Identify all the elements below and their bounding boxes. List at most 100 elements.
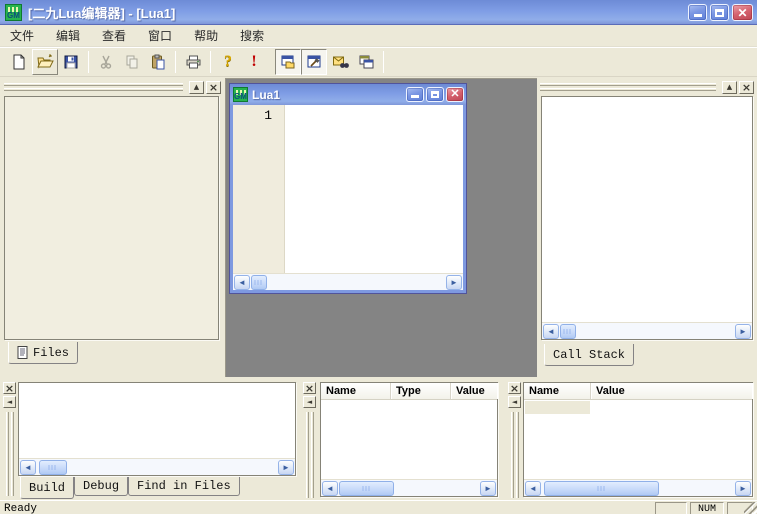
locals-table-body[interactable]: [524, 400, 752, 479]
tab-files[interactable]: Files: [8, 342, 78, 364]
watch-pane-gripper[interactable]: [302, 382, 317, 498]
column-header-value[interactable]: Value: [591, 383, 752, 399]
menu-file[interactable]: 文件: [4, 24, 40, 47]
scroll-thumb[interactable]: [544, 481, 659, 496]
editor-window-titlebar[interactable]: GM Lua1 ✕: [230, 84, 466, 105]
collapse-icon: [7, 398, 12, 406]
callstack-pane-gripper[interactable]: [538, 80, 756, 94]
editor-close-button[interactable]: ✕: [446, 87, 464, 102]
toggle-output-window-button[interactable]: [301, 49, 327, 75]
line-number: 1: [264, 108, 272, 123]
pane-collapse-button[interactable]: [3, 396, 16, 408]
scroll-left-button[interactable]: [525, 481, 541, 496]
scroll-right-button[interactable]: [735, 324, 751, 339]
editor-minimize-button[interactable]: [406, 87, 424, 102]
column-header-value[interactable]: Value: [451, 383, 497, 399]
editor-window[interactable]: GM Lua1 ✕ 1: [230, 84, 466, 293]
call-stack-tab-label: Call Stack: [553, 348, 625, 362]
close-button[interactable]: ✕: [732, 4, 753, 21]
pane-close-button[interactable]: [206, 81, 221, 94]
close-icon: [305, 383, 314, 394]
workspace-pane-gripper[interactable]: [2, 80, 223, 94]
pane-expand-button[interactable]: [189, 81, 204, 94]
scroll-left-button[interactable]: [543, 324, 559, 339]
editor-maximize-button[interactable]: [426, 87, 444, 102]
scroll-thumb[interactable]: [339, 481, 394, 496]
locals-pane: Name Value: [505, 380, 757, 500]
editor-window-gm-icon: GM: [233, 87, 248, 102]
help-button[interactable]: ?: [215, 49, 241, 75]
scroll-track[interactable]: [560, 323, 734, 339]
pane-close-button[interactable]: [739, 81, 754, 94]
column-header-name[interactable]: Name: [321, 383, 391, 399]
pane-collapse-button[interactable]: [508, 396, 521, 408]
menu-view[interactable]: 查看: [96, 24, 132, 47]
save-file-button[interactable]: [58, 49, 84, 75]
maximize-button[interactable]: [710, 4, 729, 21]
scroll-right-button[interactable]: [446, 275, 462, 290]
callstack-list[interactable]: [541, 96, 753, 340]
toolbar-separator: [210, 51, 211, 73]
minimize-icon: [694, 14, 702, 17]
locals-pane-gripper[interactable]: [507, 382, 522, 498]
run-script-button[interactable]: !: [241, 49, 267, 75]
watch-edit-cell[interactable]: [525, 401, 590, 414]
scroll-right-button[interactable]: [735, 481, 751, 496]
watch-table-body[interactable]: [321, 400, 497, 479]
scroll-left-button[interactable]: [322, 481, 338, 496]
pane-collapse-button[interactable]: [303, 396, 316, 408]
new-file-button[interactable]: [6, 49, 32, 75]
watch-table[interactable]: Name Type Value: [320, 382, 498, 497]
scroll-right-button[interactable]: [480, 481, 496, 496]
copy-button[interactable]: [119, 49, 145, 75]
editor-hscrollbar[interactable]: [233, 273, 463, 290]
menu-window[interactable]: 窗口: [142, 24, 178, 47]
scroll-thumb[interactable]: [560, 324, 576, 339]
callstack-pane: Call Stack: [538, 80, 756, 372]
menu-search[interactable]: 搜索: [234, 24, 270, 47]
tab-find-in-files[interactable]: Find in Files: [128, 477, 240, 496]
pane-close-button[interactable]: [508, 382, 521, 394]
locals-table[interactable]: Name Value: [523, 382, 753, 497]
column-header-type[interactable]: Type: [391, 383, 451, 399]
scroll-track[interactable]: [339, 480, 479, 496]
scroll-right-button[interactable]: [278, 460, 294, 475]
tab-build[interactable]: Build: [20, 477, 74, 499]
resize-grip[interactable]: [744, 502, 757, 514]
scroll-thumb[interactable]: [39, 460, 67, 475]
tab-call-stack[interactable]: Call Stack: [544, 344, 634, 366]
paste-button[interactable]: [145, 49, 171, 75]
code-edit-area[interactable]: [285, 105, 463, 273]
close-icon: ✕: [737, 7, 747, 19]
gripper-lines: [540, 82, 716, 92]
file-tree[interactable]: [4, 96, 219, 340]
gripper-lines: [510, 412, 520, 498]
cascade-windows-button[interactable]: [353, 49, 379, 75]
column-header-name[interactable]: Name: [524, 383, 591, 399]
scroll-track[interactable]: [251, 274, 445, 290]
scroll-track[interactable]: [542, 480, 734, 496]
menu-help[interactable]: 帮助: [188, 24, 224, 47]
print-button[interactable]: [180, 49, 206, 75]
tab-debug[interactable]: Debug: [74, 477, 128, 496]
toggle-workspace-window-button[interactable]: [275, 49, 301, 75]
open-file-button[interactable]: [32, 49, 58, 75]
find-in-files-button[interactable]: [327, 49, 353, 75]
paste-icon: [150, 54, 166, 70]
output-hscrollbar[interactable]: [19, 458, 295, 475]
menu-edit[interactable]: 编辑: [50, 24, 86, 47]
scroll-left-button[interactable]: [234, 275, 250, 290]
scroll-left-button[interactable]: [20, 460, 36, 475]
pane-close-button[interactable]: [303, 382, 316, 394]
watch-hscrollbar[interactable]: [321, 479, 497, 496]
locals-hscrollbar[interactable]: [524, 479, 752, 496]
pane-close-button[interactable]: [3, 382, 16, 394]
pane-expand-button[interactable]: [722, 81, 737, 94]
scroll-track[interactable]: [37, 459, 277, 475]
cut-icon: [98, 54, 114, 70]
minimize-button[interactable]: [688, 4, 707, 21]
scroll-thumb[interactable]: [251, 275, 267, 290]
callstack-hscrollbar[interactable]: [542, 322, 752, 339]
build-output-list[interactable]: [18, 382, 296, 476]
cut-button[interactable]: [93, 49, 119, 75]
